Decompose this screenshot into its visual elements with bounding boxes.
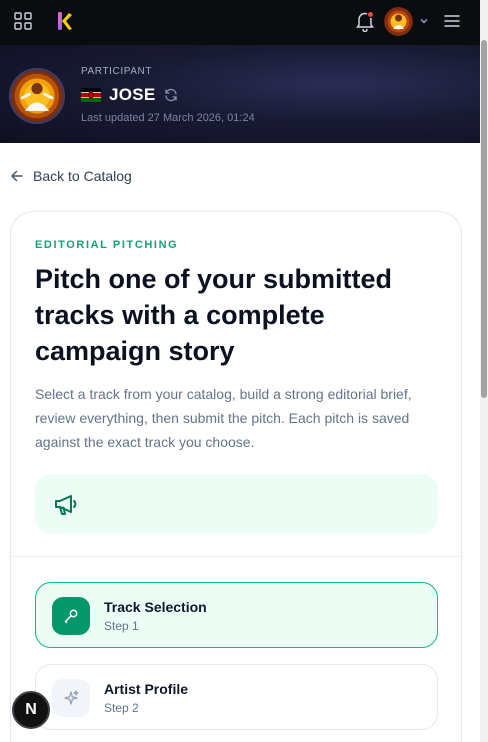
step-subtitle: Step 2: [104, 701, 139, 715]
step-title: Track Selection: [104, 599, 207, 615]
section-divider: [11, 556, 461, 557]
kenya-flag-icon: [81, 88, 101, 102]
step-icon-badge: [52, 597, 90, 635]
next-dev-tools-button[interactable]: N: [12, 691, 50, 729]
arrow-left-icon: [11, 170, 23, 182]
back-link-label: Back to Catalog: [33, 168, 132, 184]
step-track-selection[interactable]: Track Selection Step 1: [35, 582, 438, 648]
step-subtitle: Step 1: [104, 619, 139, 633]
top-navbar: [0, 0, 480, 45]
profile-header: PARTICIPANT JOSE Last updated 27 March 2…: [0, 45, 480, 143]
megaphone-panel: [35, 474, 438, 533]
scrollbar-thumb[interactable]: [481, 40, 487, 398]
notification-dot: [367, 11, 374, 18]
step-artist-profile[interactable]: Artist Profile Step 2: [35, 664, 438, 730]
hamburger-menu-icon[interactable]: [443, 12, 461, 30]
sparkles-icon: [64, 690, 79, 705]
microphone-icon: [64, 609, 78, 624]
refresh-icon[interactable]: [164, 88, 178, 102]
profile-avatar: [9, 68, 65, 124]
step-icon-badge: [52, 679, 90, 717]
pitch-card: EDITORIAL PITCHING Pitch one of your sub…: [10, 211, 462, 742]
step-title: Artist Profile: [104, 681, 189, 697]
page-title: Pitch one of your submitted tracks with …: [35, 264, 393, 366]
last-updated: Last updated 27 March 2026, 01:24: [81, 112, 255, 124]
user-avatar[interactable]: [384, 7, 413, 36]
back-to-catalog-link[interactable]: Back to Catalog: [10, 168, 132, 184]
section-eyebrow: EDITORIAL PITCHING: [35, 239, 179, 251]
profile-name: JOSE: [109, 85, 156, 104]
dev-badge-label: N: [25, 701, 37, 718]
apps-grid-icon[interactable]: [14, 12, 32, 30]
profile-role: PARTICIPANT: [81, 66, 153, 77]
megaphone-icon: [55, 495, 77, 515]
chevron-down-icon[interactable]: [419, 16, 429, 26]
page-description: Select a track from your catalog, build …: [35, 386, 412, 450]
brand-logo-icon[interactable]: [56, 10, 74, 32]
